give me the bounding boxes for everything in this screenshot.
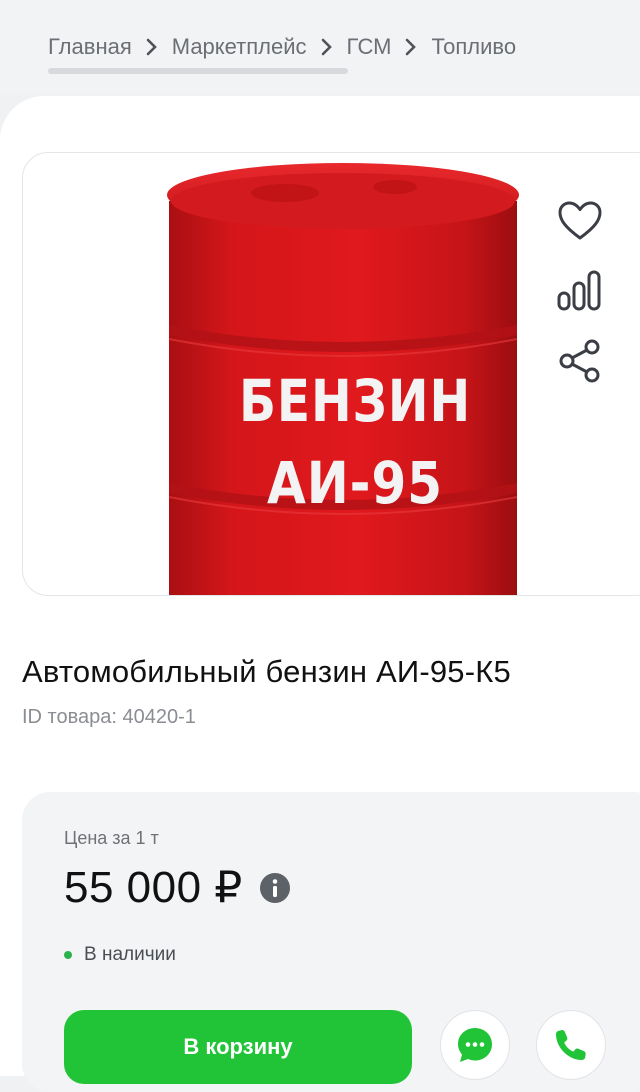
share-button[interactable] <box>552 338 608 384</box>
breadcrumb-fuel[interactable]: Топливо <box>431 34 516 60</box>
breadcrumb-gsm[interactable]: ГСМ <box>347 34 392 60</box>
top-bar: Главная Маркетплейс ГСМ Топливо <box>0 0 640 95</box>
stock-text: В наличии <box>84 944 176 965</box>
favorite-button[interactable] <box>552 198 608 244</box>
product-gallery[interactable]: БЕНЗИН АИ-95 <box>22 152 640 596</box>
breadcrumb-home[interactable]: Главная <box>48 34 132 60</box>
phone-icon <box>556 1030 586 1060</box>
price-value: 55 000 ₽ <box>64 863 243 912</box>
compare-bars-icon <box>557 270 601 311</box>
stock-status: В наличии <box>64 944 176 966</box>
product-image: БЕНЗИН АИ-95 <box>65 153 625 595</box>
add-to-cart-button[interactable]: В корзину <box>64 1010 412 1084</box>
chat-button[interactable] <box>440 1010 510 1080</box>
breadcrumb-scrollbar[interactable] <box>48 68 348 74</box>
chat-icon <box>458 1028 492 1062</box>
in-stock-dot <box>64 951 72 959</box>
share-icon <box>559 339 600 383</box>
price-label: Цена за 1 т <box>64 828 159 848</box>
heart-icon <box>558 201 602 240</box>
chevron-right-icon <box>132 38 172 56</box>
call-button[interactable] <box>536 1010 606 1080</box>
chevron-right-icon <box>391 38 431 56</box>
breadcrumb: Главная Маркетплейс ГСМ Топливо <box>48 34 516 60</box>
product-actions <box>552 198 608 388</box>
barrel-label-line2: АИ-95 <box>267 449 443 517</box>
product-title: Автомобильный бензин АИ-95-К5 <box>22 654 511 689</box>
product-id: ID товара: 40420-1 <box>22 706 196 728</box>
chevron-right-icon <box>307 38 347 56</box>
price-row: 55 000 ₽ <box>64 862 291 913</box>
breadcrumb-marketplace[interactable]: Маркетплейс <box>172 34 307 60</box>
compare-button[interactable] <box>552 268 608 314</box>
info-icon[interactable] <box>259 872 291 904</box>
barrel-label-line1: БЕНЗИН <box>239 367 471 435</box>
